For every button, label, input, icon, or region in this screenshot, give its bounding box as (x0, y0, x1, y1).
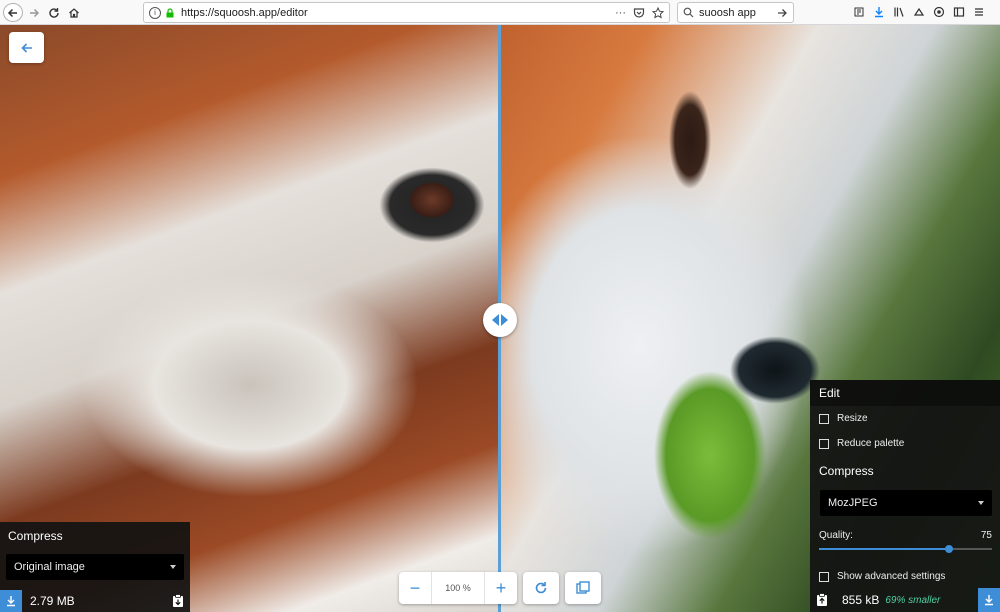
arrow-left-icon (20, 42, 32, 53)
reload-button[interactable] (45, 3, 63, 22)
reload-icon (49, 7, 59, 18)
reduce-palette-option[interactable]: Reduce palette (810, 431, 1000, 456)
arrow-left-icon (492, 314, 499, 326)
search-go-icon[interactable] (776, 7, 788, 19)
url-host: squoosh.app/editor (214, 6, 308, 19)
arrow-right-icon (30, 8, 40, 17)
search-icon (683, 7, 694, 18)
browser-forward-button[interactable] (25, 3, 43, 22)
quality-label: Quality: (819, 530, 853, 541)
left-panel-title: Compress (8, 529, 63, 543)
search-bar[interactable]: suoosh app (677, 2, 794, 23)
sync-icon[interactable] (912, 4, 926, 20)
app-back-button[interactable] (9, 32, 44, 63)
codec-value: MozJPEG (828, 497, 878, 509)
account-icon[interactable] (932, 4, 946, 20)
resize-label: Resize (837, 413, 868, 424)
url-bar[interactable]: i https://squoosh.app/editor ··· (143, 2, 670, 23)
chevron-down-icon (978, 501, 984, 505)
sidebar-icon[interactable] (952, 4, 966, 20)
right-panel-footer: 855 kB 69% smaller (810, 588, 1000, 612)
zoom-in-button[interactable]: + (485, 572, 517, 604)
advanced-settings-checkbox[interactable] (819, 571, 829, 582)
compress-section-title: Compress (819, 464, 874, 478)
left-download-button[interactable] (0, 590, 22, 612)
quality-slider[interactable] (819, 545, 992, 553)
resize-option[interactable]: Resize (810, 406, 1000, 431)
arrow-left-icon (7, 8, 17, 17)
download-icon (7, 596, 15, 607)
zoom-controls: − 100 % + (399, 572, 517, 604)
reduce-palette-checkbox[interactable] (819, 438, 829, 449)
search-text: suoosh app (699, 6, 756, 19)
left-codec-value: Original image (14, 561, 85, 573)
zoom-level-input[interactable]: 100 % (431, 572, 485, 604)
rotate-icon (535, 582, 547, 594)
browser-back-button[interactable] (3, 3, 23, 22)
pocket-icon[interactable] (633, 7, 645, 19)
comparison-slider-handle[interactable] (483, 303, 517, 337)
background-toggle-icon (576, 581, 590, 594)
lock-icon (166, 7, 174, 17)
menu-icon[interactable] (972, 4, 986, 20)
codec-select[interactable]: MozJPEG (820, 490, 992, 516)
left-copy-settings-button[interactable] (172, 594, 184, 608)
chevron-down-icon (170, 565, 176, 569)
advanced-settings-label: Show advanced settings (837, 571, 946, 582)
left-codec-select[interactable]: Original image (6, 554, 184, 580)
zoom-out-button[interactable]: − (399, 572, 431, 604)
right-download-button[interactable] (978, 588, 1000, 612)
clipboard-icon (173, 594, 183, 607)
url-prefix: https:// (181, 6, 215, 19)
info-icon[interactable]: i (149, 6, 161, 19)
browser-toolbar: i https://squoosh.app/editor ··· suoosh … (0, 0, 1000, 25)
right-options-panel: Edit Resize Reduce palette Compress MozJ… (810, 380, 1000, 612)
clipboard-icon (817, 593, 827, 606)
pocket-list-icon[interactable] (852, 4, 866, 20)
download-icon[interactable] (872, 4, 886, 20)
quality-slider-fill (819, 548, 949, 550)
size-savings-label: 69% smaller (885, 594, 941, 606)
page-actions-icon[interactable]: ··· (615, 7, 626, 19)
left-file-size: 2.79 MB (30, 594, 75, 608)
toggle-background-button[interactable] (565, 572, 601, 604)
edit-section-title: Edit (810, 380, 1000, 406)
quality-slider-thumb[interactable] (944, 545, 953, 553)
compressed-file-size: 855 kB (842, 593, 880, 607)
reduce-palette-label: Reduce palette (837, 438, 905, 449)
quality-control: Quality: 75 (819, 526, 992, 556)
rotate-button[interactable] (523, 572, 559, 604)
right-copy-settings-button[interactable] (816, 593, 828, 607)
library-icon[interactable] (892, 4, 906, 20)
resize-checkbox[interactable] (819, 413, 829, 424)
left-panel-footer: 2.79 MB (0, 590, 190, 612)
arrow-right-icon (501, 314, 508, 326)
url-text[interactable]: https://squoosh.app/editor (181, 7, 615, 19)
advanced-settings-option[interactable]: Show advanced settings (810, 564, 1000, 589)
left-options-panel: Compress Original image 2.79 MB (0, 522, 190, 612)
quality-value: 75 (980, 530, 992, 541)
bookmark-star-icon[interactable] (652, 6, 664, 19)
download-icon (985, 595, 993, 606)
home-button[interactable] (65, 3, 83, 22)
home-icon (69, 7, 79, 18)
